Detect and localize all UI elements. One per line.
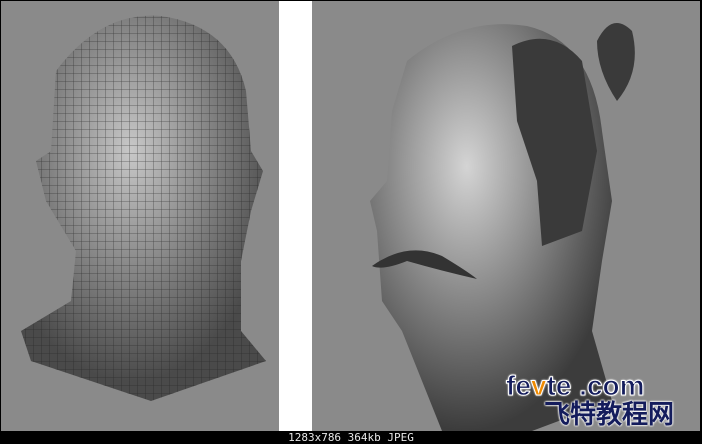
wireframe-head-image xyxy=(21,15,266,401)
wireframe-head-render xyxy=(1,1,279,431)
watermark-chinese: 飞特教程网 xyxy=(544,400,675,430)
image-viewer: fevte .com 飞特教程网 1283x786 364kb JPEG xyxy=(0,0,702,444)
separator xyxy=(279,1,312,431)
watermark-logo: fevte .com 飞特教程网 xyxy=(506,370,696,430)
watermark-brand: fevte .com xyxy=(506,370,646,401)
image-info-caption: 1283x786 364kb JPEG xyxy=(0,431,702,444)
sculpted-head-image xyxy=(370,23,635,431)
sculpted-head-render xyxy=(312,1,700,431)
